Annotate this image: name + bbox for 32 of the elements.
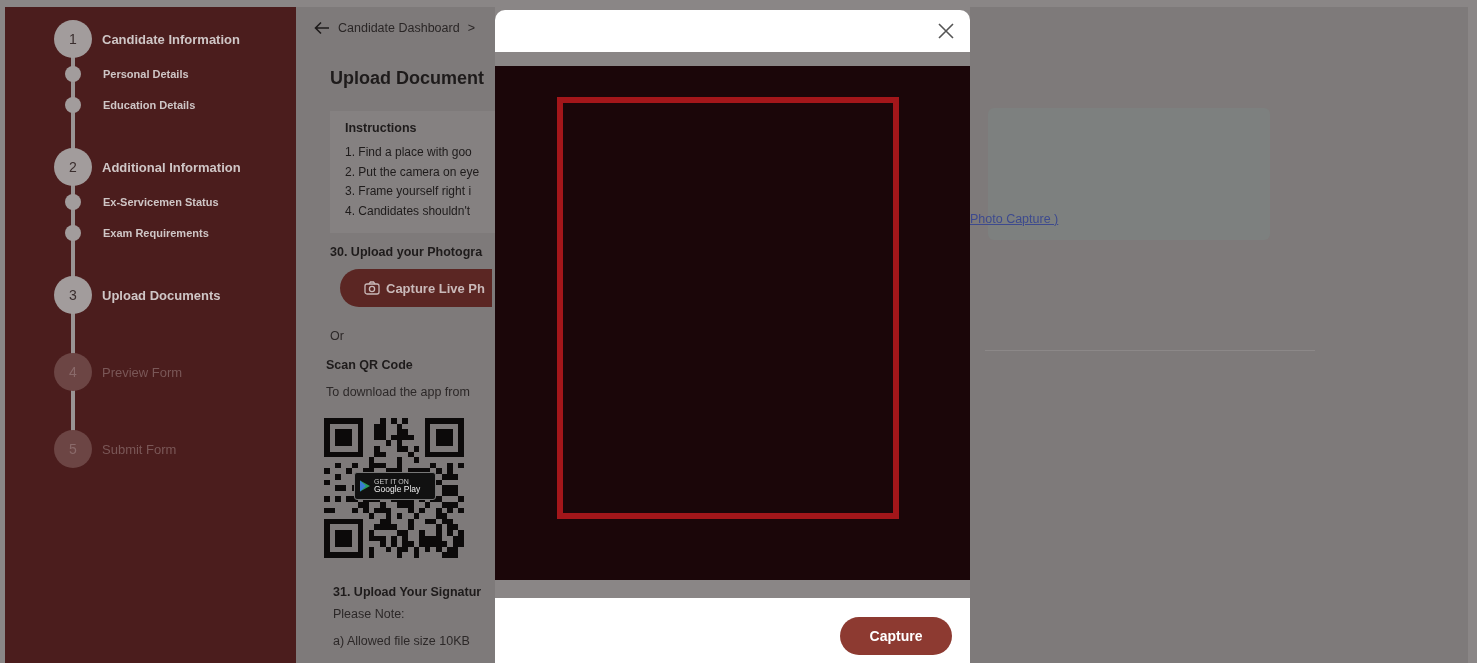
- scan-qr-text: To download the app from: [326, 385, 471, 399]
- question-label: 31. Upload Your Signatur: [333, 585, 483, 599]
- step-number: 3: [54, 276, 92, 314]
- step-number: 1: [54, 20, 92, 58]
- note-title: Please Note:: [333, 607, 406, 621]
- substep-label[interactable]: Ex-Servicemen Status: [103, 195, 219, 208]
- instruction-line: 1. Find a place with goo: [345, 144, 473, 161]
- instructions-title: Instructions: [345, 121, 418, 135]
- close-icon: [938, 23, 954, 39]
- substep-label[interactable]: Education Details: [103, 98, 196, 111]
- instruction-line: 4. Candidates shouldn't: [345, 202, 472, 220]
- badge-store-name: Google Play: [374, 485, 421, 494]
- substep-label[interactable]: Exam Requirements: [103, 226, 209, 239]
- note-item: a) Allowed file size 10KB: [333, 634, 471, 648]
- camera-icon: [364, 281, 380, 295]
- step-label[interactable]: Upload Documents: [102, 287, 221, 303]
- scan-qr-title: Scan QR Code: [326, 358, 414, 372]
- question-label: 30. Upload your Photogra: [330, 245, 484, 259]
- page-title: Upload Document: [330, 68, 485, 89]
- instruction-line: 3. Frame yourself right i: [345, 183, 473, 200]
- breadcrumb-item[interactable]: Candidate Dashboard: [338, 21, 460, 35]
- step-number: 2: [54, 148, 92, 186]
- capture-live-photo-button[interactable]: Capture Live Ph: [340, 269, 492, 307]
- back-arrow-icon[interactable]: [314, 21, 330, 35]
- play-triangle-icon: [359, 480, 371, 492]
- step-label[interactable]: Candidate Information: [102, 31, 240, 47]
- or-label: Or: [330, 329, 345, 343]
- step-label[interactable]: Additional Information: [102, 159, 241, 175]
- substep-label[interactable]: Personal Details: [103, 67, 189, 80]
- instruction-line: 2. Put the camera on eye: [345, 163, 481, 181]
- breadcrumb-item[interactable]: >: [467, 21, 475, 35]
- capture-button[interactable]: Capture: [840, 617, 952, 655]
